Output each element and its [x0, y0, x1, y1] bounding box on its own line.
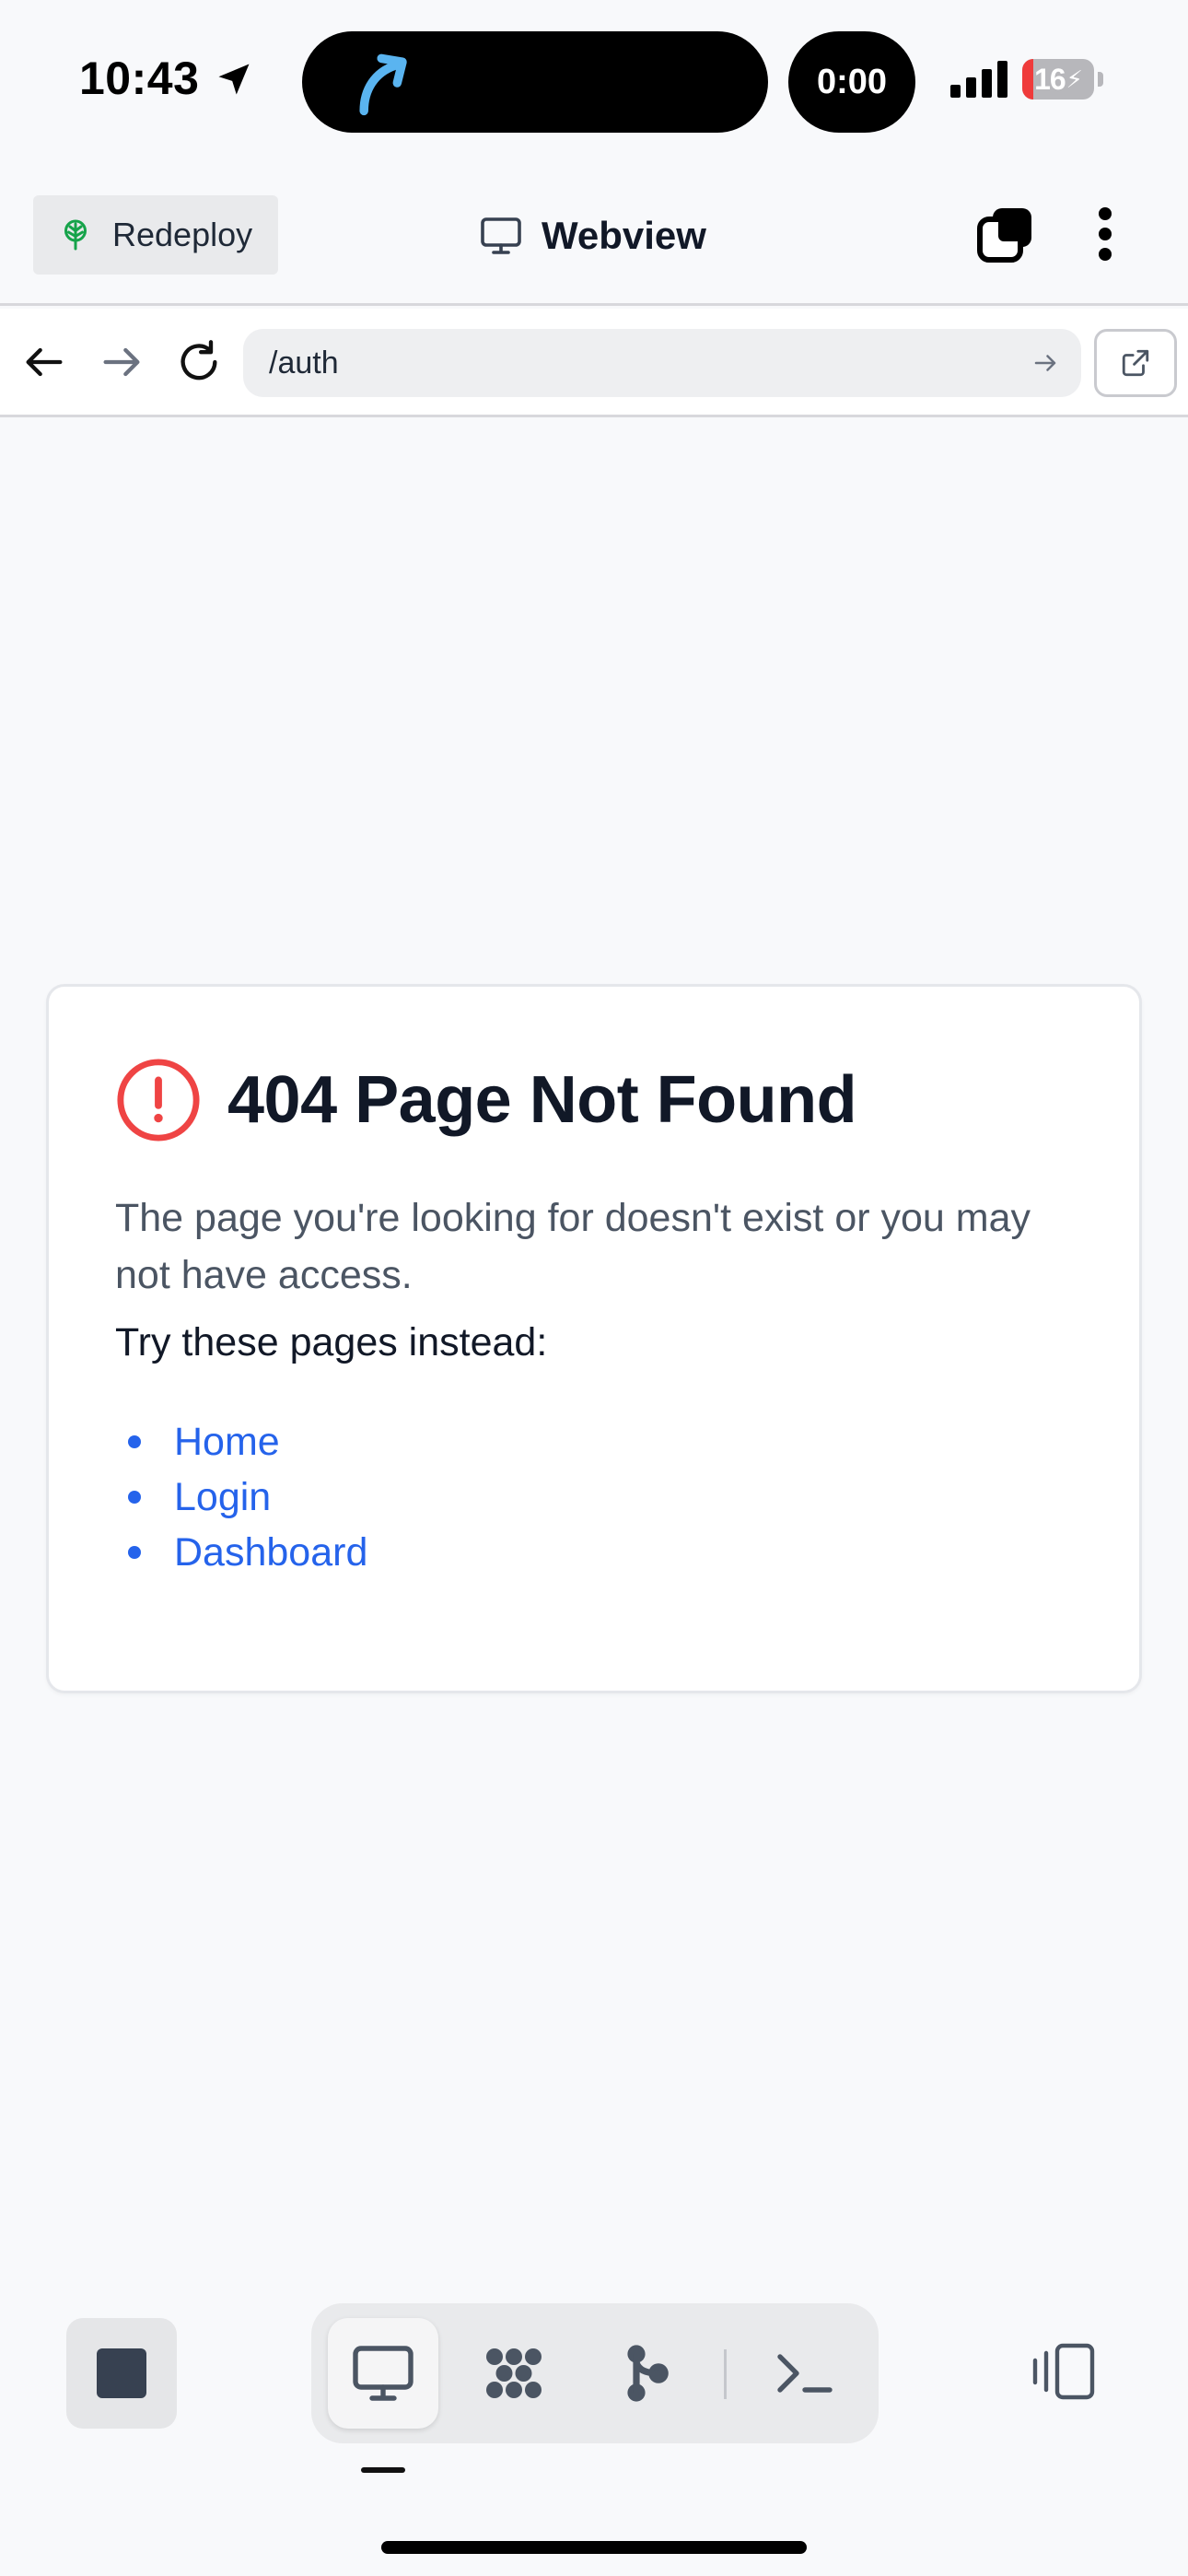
charging-bolt-icon: ⚡ [1066, 64, 1083, 93]
list-item: Home [115, 1414, 367, 1469]
tabs-icon[interactable] [976, 205, 1035, 263]
url-text: /auth [269, 345, 339, 381]
list-item: Dashboard [115, 1525, 367, 1580]
home-indicator[interactable] [381, 2541, 807, 2554]
view-mode-switcher [311, 2303, 879, 2443]
suggestion-links: Home Login Dashboard [115, 1414, 367, 1580]
branch-icon [627, 2345, 669, 2402]
battery-level-text: 16 [1034, 62, 1066, 96]
monitor-icon [353, 2346, 413, 2401]
error-title: 404 Page Not Found [227, 1063, 857, 1137]
redeploy-label: Redeploy [112, 216, 253, 253]
error-description: The page you're looking for doesn't exis… [115, 1196, 1031, 1297]
error-title-row: 404 Page Not Found [115, 1057, 857, 1143]
webview-mode-button[interactable] [328, 2318, 438, 2429]
suggestions-heading: Try these pages instead: [115, 1320, 548, 1364]
error-card: 404 Page Not Found The page you're looki… [46, 984, 1142, 1693]
go-arrow-icon[interactable] [1031, 349, 1059, 377]
status-time: 10:43 [79, 53, 200, 104]
url-bar: /auth [0, 309, 1188, 417]
workspace-mode-button[interactable] [459, 2318, 569, 2429]
tree-icon [64, 219, 87, 251]
dynamic-island[interactable] [302, 31, 768, 133]
reload-icon[interactable] [175, 338, 223, 386]
monitor-icon [481, 217, 521, 254]
call-arrow-icon [359, 53, 407, 116]
battery-cap [1098, 72, 1103, 87]
back-arrow-icon[interactable] [20, 338, 68, 386]
active-mode-indicator [361, 2467, 405, 2473]
stop-icon [97, 2348, 146, 2398]
alert-circle-icon [117, 1059, 200, 1142]
battery-icon: 16 ⚡ [1022, 59, 1094, 100]
login-link[interactable]: Login [174, 1475, 271, 1520]
signal-icon [950, 61, 1007, 98]
forward-arrow-icon[interactable] [98, 338, 146, 386]
location-arrow-icon [218, 64, 250, 95]
external-link-icon [1122, 349, 1149, 377]
redeploy-button[interactable]: Redeploy [33, 195, 278, 275]
bullet [128, 1491, 141, 1504]
terminal-icon [777, 2354, 833, 2393]
battery-level: 16 ⚡ [1022, 59, 1094, 100]
cluster-icon [486, 2348, 542, 2398]
terminal-mode-button[interactable] [750, 2318, 860, 2429]
webview-content: 404 Page Not Found The page you're looki… [0, 420, 1188, 2261]
status-bar: 10:43 0:00 16 ⚡ [0, 0, 1188, 162]
stop-button[interactable] [66, 2318, 177, 2429]
graph-mode-button[interactable] [589, 2318, 700, 2429]
mode-divider [724, 2349, 727, 2399]
bullet [128, 1546, 141, 1559]
panel-toggle-icon[interactable] [1031, 2342, 1098, 2401]
page-title: Webview [479, 210, 706, 262]
page-title-text: Webview [542, 214, 706, 257]
bullet [128, 1435, 141, 1448]
list-item: Login [115, 1469, 367, 1525]
timer-pill[interactable]: 0:00 [788, 31, 915, 133]
open-external-button[interactable] [1094, 329, 1177, 397]
more-vertical-icon[interactable] [1092, 205, 1118, 263]
app-header: Redeploy Webview [0, 162, 1188, 306]
url-input[interactable]: /auth [243, 329, 1081, 397]
dashboard-link[interactable]: Dashboard [174, 1530, 367, 1575]
bottom-toolbar [0, 2263, 1188, 2576]
home-link[interactable]: Home [174, 1420, 280, 1465]
